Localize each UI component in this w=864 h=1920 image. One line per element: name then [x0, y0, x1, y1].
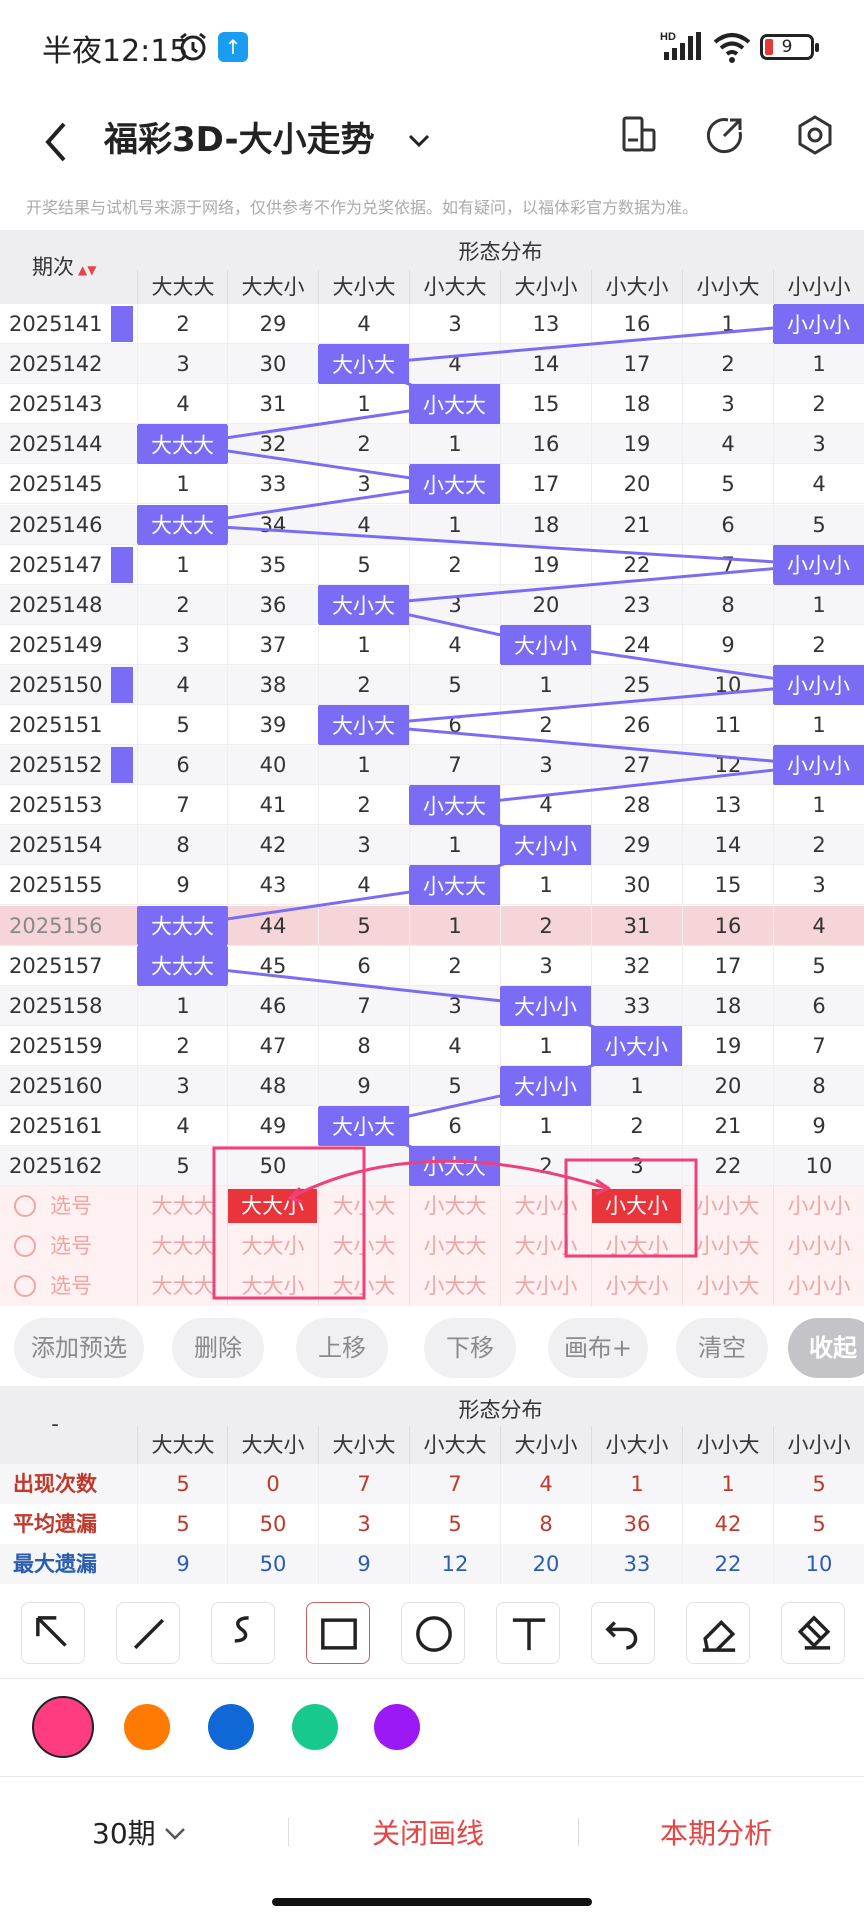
action-button[interactable]: 画布+	[548, 1318, 648, 1378]
stats-group-header: 形态分布	[458, 1398, 543, 1422]
circle-icon[interactable]	[401, 1602, 465, 1664]
stats-cell: 8	[500, 1504, 591, 1544]
status-time: 半夜12:15	[42, 34, 189, 69]
curve-icon[interactable]	[211, 1602, 275, 1664]
drawn-rectangle	[564, 1158, 698, 1258]
stats-cell: 3	[318, 1504, 409, 1544]
drawn-curve	[289, 1159, 607, 1200]
stats-cell: 9	[137, 1544, 228, 1584]
signal-icon: HD	[660, 31, 701, 60]
upload-icon: ↑	[218, 32, 248, 62]
stats-cell: 20	[500, 1544, 591, 1584]
stats-column-header: 小大小	[591, 1426, 682, 1464]
stats-table: - 形态分布 大大大 大大小 大小大 小大大 大小小 小大小 小小大 小小小 出现次数 5 0 7 7…	[0, 1386, 864, 1584]
drawn-rectangle	[212, 1146, 366, 1300]
action-button[interactable]: 清空	[676, 1318, 768, 1378]
divider	[578, 1818, 579, 1846]
stats-cell: 12	[409, 1544, 500, 1584]
close-lines-button[interactable]: 关闭画线	[372, 1812, 484, 1852]
action-button[interactable]: 收起	[788, 1318, 864, 1378]
eraser-icon[interactable]	[686, 1602, 750, 1664]
stats-cell: 9	[318, 1544, 409, 1584]
stats-cell: 10	[773, 1544, 864, 1584]
stats-row: 平均遗漏 5 50 3 5 8 36 42 5	[0, 1504, 864, 1544]
battery-icon: 9	[760, 34, 819, 60]
stats-row-label: 出现次数	[13, 1472, 97, 1496]
page-title: 福彩3D-大小走势	[104, 120, 375, 160]
stats-column-header: 小小大	[682, 1426, 773, 1464]
stats-row-label: 平均遗漏	[13, 1512, 97, 1536]
analysis-button[interactable]: 本期分析	[660, 1812, 772, 1852]
clear-icon[interactable]	[781, 1602, 845, 1664]
trend-table: 期次 ▲▼ 形态分布 大大大 大大小 大小大 小大大 大小小 小大小 小小大 小小小 20251…	[0, 230, 864, 1308]
color-swatch[interactable]	[32, 1696, 94, 1758]
stats-column-header: 大大小	[227, 1426, 318, 1464]
color-swatch[interactable]	[292, 1704, 338, 1750]
stats-cell: 5	[773, 1464, 864, 1504]
stats-cell: 1	[591, 1464, 682, 1504]
wifi-icon	[713, 33, 751, 63]
disclaimer-text: 开奖结果与试机号来源于网络，仅供参考不作为兑奖依据。如有疑问，以福体彩官方数据为…	[26, 198, 699, 217]
chevron-down-icon	[164, 1828, 185, 1840]
action-button[interactable]: 下移	[424, 1318, 516, 1378]
bottom-bar: 30期 关闭画线 本期分析	[0, 1776, 864, 1906]
stats-cell: 36	[591, 1504, 682, 1544]
stats-column-header: 大小大	[318, 1426, 409, 1464]
stats-cell: 5	[773, 1504, 864, 1544]
stats-cell: 5	[137, 1464, 228, 1504]
share-icon[interactable]	[702, 112, 748, 158]
chevron-down-icon[interactable]	[404, 126, 434, 156]
text-icon[interactable]	[496, 1602, 560, 1664]
stats-cell: 5	[409, 1504, 500, 1544]
app-header: 福彩3D-大小走势	[0, 96, 864, 192]
stats-cell: 1	[682, 1464, 773, 1504]
settings-icon[interactable]	[792, 112, 838, 158]
stats-cell: 7	[318, 1464, 409, 1504]
rectangle-icon[interactable]	[306, 1602, 370, 1664]
stats-cell: 7	[409, 1464, 500, 1504]
layout-icon[interactable]	[618, 112, 660, 158]
stats-row-label: 最大遗漏	[13, 1552, 97, 1576]
stats-cell: 22	[682, 1544, 773, 1584]
stats-cell: 5	[137, 1504, 228, 1544]
stats-cell: 50	[227, 1544, 318, 1584]
undo-icon[interactable]	[591, 1602, 655, 1664]
stats-cell: 50	[227, 1504, 318, 1544]
action-button[interactable]: 删除	[172, 1318, 264, 1378]
stats-row: 最大遗漏 9 50 9 12 20 33 22 10	[0, 1544, 864, 1584]
pointer-icon[interactable]	[21, 1602, 85, 1664]
stats-column-header: 大大大	[137, 1426, 228, 1464]
toolbar-divider	[0, 1678, 864, 1679]
line-icon[interactable]	[116, 1602, 180, 1664]
stats-column-header: 大小小	[500, 1426, 591, 1464]
back-icon[interactable]	[36, 114, 76, 170]
stats-column-header: 小小小	[773, 1426, 864, 1464]
color-swatch[interactable]	[124, 1704, 170, 1750]
divider	[288, 1818, 289, 1846]
stats-cell: 4	[500, 1464, 591, 1504]
period-select[interactable]: 30期	[92, 1812, 188, 1852]
color-swatch[interactable]	[208, 1704, 254, 1750]
stats-row: 出现次数 5 0 7 7 4 1 1 5	[0, 1464, 864, 1504]
status-bar: 半夜12:15 ↑ HD 9	[0, 0, 864, 96]
alarm-icon	[180, 32, 206, 61]
color-swatch[interactable]	[374, 1704, 420, 1750]
action-button[interactable]: 上移	[296, 1318, 388, 1378]
stats-corner: -	[51, 1412, 59, 1436]
action-button[interactable]: 添加预选	[14, 1318, 144, 1378]
svg-text:HD: HD	[660, 31, 676, 43]
home-indicator	[272, 1898, 592, 1906]
stats-column-header: 小大大	[409, 1426, 500, 1464]
stats-cell: 42	[682, 1504, 773, 1544]
user-drawing	[212, 1146, 698, 1300]
stats-cell: 33	[591, 1544, 682, 1584]
stats-cell: 0	[227, 1464, 318, 1504]
